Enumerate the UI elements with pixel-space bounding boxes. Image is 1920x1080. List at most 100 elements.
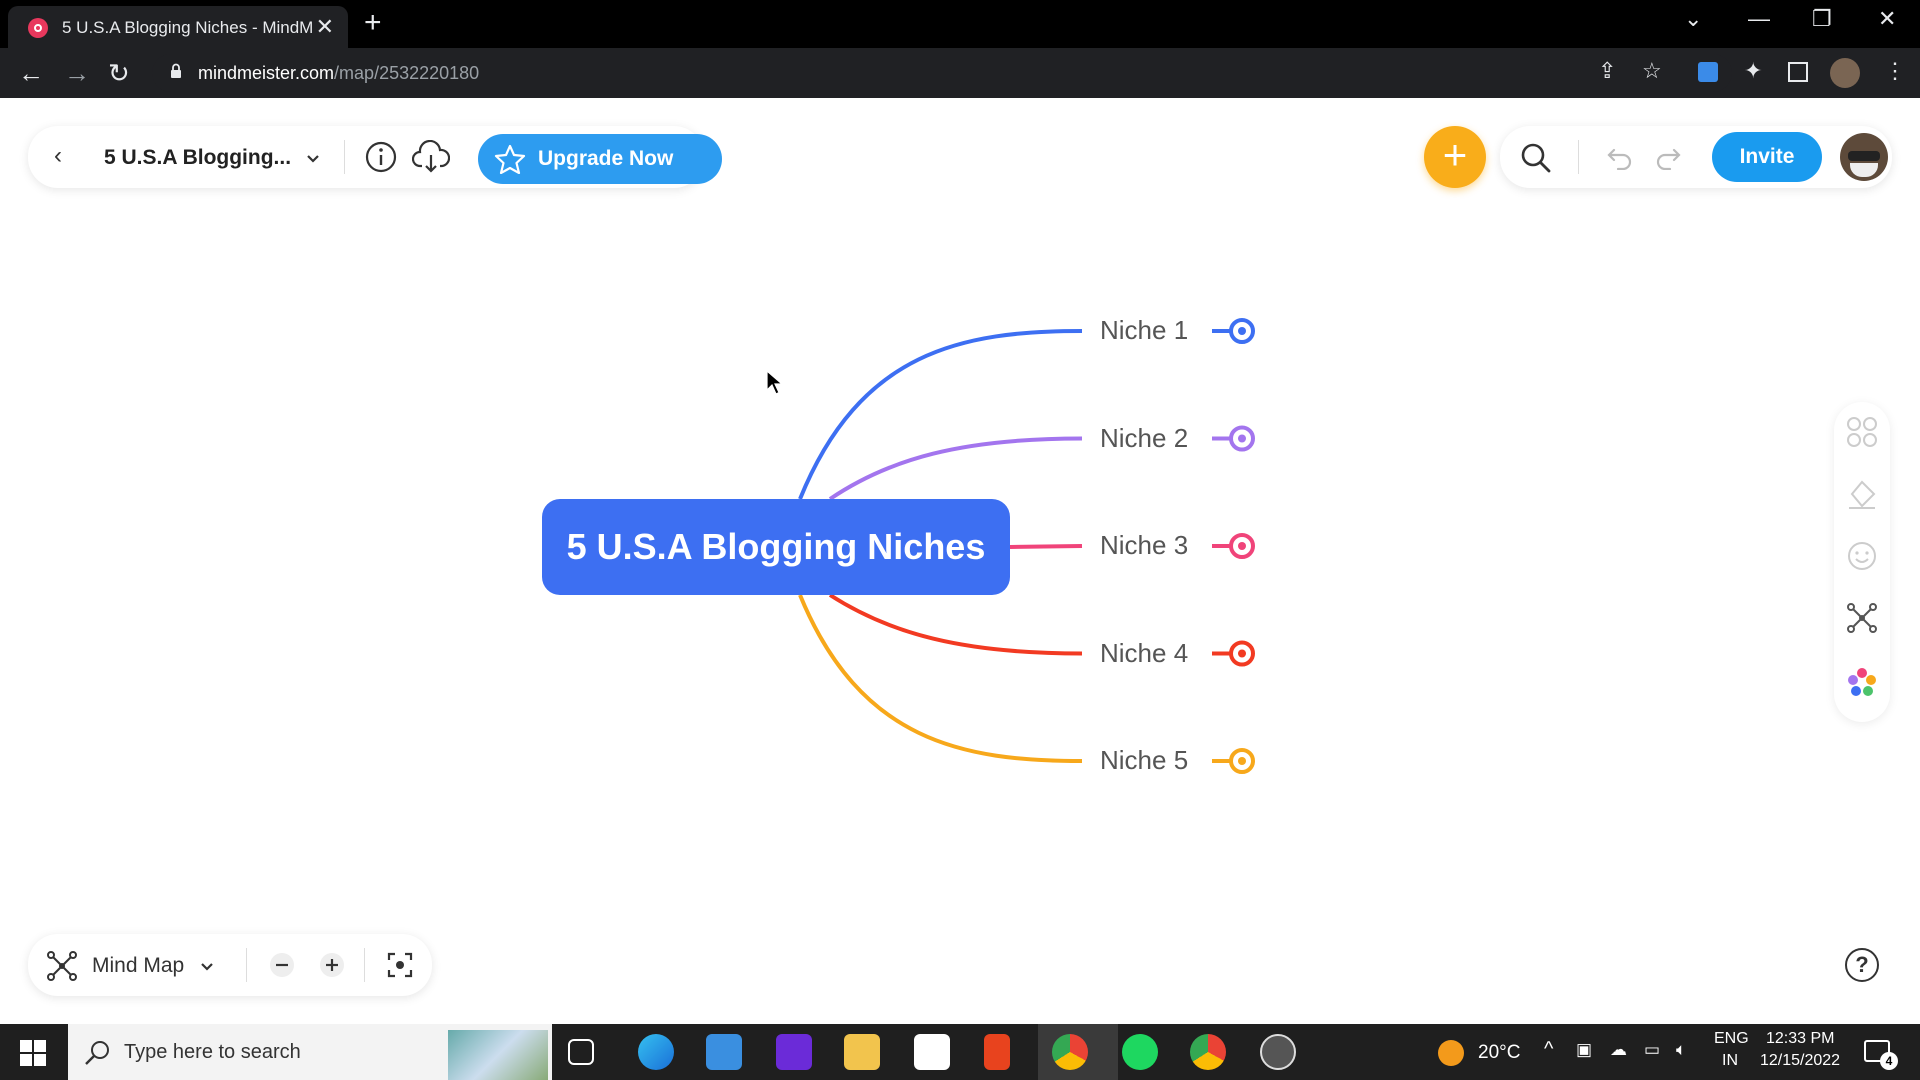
weather-temperature[interactable]: 20°C xyxy=(1478,1042,1520,1064)
branch-connector xyxy=(798,329,1083,500)
divider xyxy=(364,948,365,982)
mindmap-branch-node[interactable]: Niche 3 xyxy=(1100,530,1188,561)
weather-icon[interactable] xyxy=(1438,1040,1464,1066)
share-icon[interactable]: ⇪ xyxy=(1598,58,1616,84)
clock-time[interactable]: 12:33 PM xyxy=(1766,1030,1834,1048)
volume-icon[interactable]: 🔈︎ xyxy=(1676,1040,1686,1060)
extensions-puzzle-icon[interactable]: ✦ xyxy=(1744,58,1762,84)
screen-recorder-icon[interactable] xyxy=(1260,1034,1296,1070)
mindmeister-canvas[interactable]: ‹ 5 U.S.A Blogging... Upgrade Now + Invi… xyxy=(0,98,1920,1024)
edge-icon[interactable] xyxy=(638,1034,674,1070)
branch-handle-dot xyxy=(1238,757,1246,765)
search-placeholder: Type here to search xyxy=(124,1041,301,1063)
zoom-in-icon[interactable] xyxy=(318,951,346,979)
branch-handle-dot xyxy=(1238,649,1246,658)
spotify-icon[interactable] xyxy=(1122,1034,1158,1070)
browser-tab-strip: 5 U.S.A Blogging Niches - MindM ✕ + ⌄ — … xyxy=(0,0,1920,48)
new-tab-button[interactable]: + xyxy=(364,6,382,40)
chrome-icon[interactable] xyxy=(1052,1034,1088,1070)
invite-button[interactable]: Invite xyxy=(1712,132,1822,182)
bookmark-star-icon[interactable]: ☆ xyxy=(1642,58,1662,84)
color-palette-icon[interactable] xyxy=(1846,666,1878,698)
mindmap-root-node[interactable]: 5 U.S.A Blogging Niches xyxy=(542,499,1010,595)
map-title[interactable]: 5 U.S.A Blogging... xyxy=(104,146,291,170)
help-icon[interactable]: ? xyxy=(1845,948,1879,982)
chevron-down-icon[interactable] xyxy=(306,154,320,164)
cloud-download-icon[interactable] xyxy=(412,140,450,174)
restore-window-button[interactable]: ❐ xyxy=(1812,6,1832,32)
tray-chevron-up-icon[interactable]: ^ xyxy=(1544,1038,1553,1061)
divider xyxy=(344,140,345,174)
mindmap-structure-icon[interactable] xyxy=(1846,602,1878,634)
reload-icon[interactable]: ↻ xyxy=(108,58,130,89)
top-right-toolbar: Invite xyxy=(1500,126,1892,188)
star-icon xyxy=(494,144,526,174)
browser-toolbar: ← → ↻ mindmeister.com/map/2532220180 ⇪ ☆… xyxy=(0,48,1920,98)
tab-title: 5 U.S.A Blogging Niches - MindM xyxy=(62,18,312,37)
search-icon[interactable] xyxy=(1520,142,1552,174)
branch-handle-dot xyxy=(1238,327,1246,335)
mindmap-branch-node[interactable]: Niche 2 xyxy=(1100,423,1188,454)
side-panel-icon[interactable] xyxy=(1788,62,1808,82)
address-bar[interactable]: mindmeister.com/map/2532220180 xyxy=(152,54,1732,92)
search-highlight-image xyxy=(448,1030,548,1080)
office-icon[interactable] xyxy=(984,1034,1010,1070)
jetbrains-icon[interactable] xyxy=(776,1034,812,1070)
task-view-icon[interactable] xyxy=(568,1039,594,1065)
right-side-panel xyxy=(1834,402,1890,722)
forward-icon[interactable]: → xyxy=(64,58,90,89)
branch-connector xyxy=(828,436,1083,501)
divider xyxy=(246,948,247,982)
mindmap-branch-node[interactable]: Niche 5 xyxy=(1100,745,1188,776)
windows-start-icon[interactable] xyxy=(20,1040,46,1066)
tray-onedrive-icon[interactable]: ☁ xyxy=(1610,1040,1627,1060)
paint-bucket-icon[interactable] xyxy=(1846,478,1878,510)
tab-search-icon[interactable]: ⌄ xyxy=(1684,6,1702,32)
view-mode-chevron-icon[interactable] xyxy=(200,962,214,972)
clock-date[interactable]: 12/15/2022 xyxy=(1760,1052,1840,1070)
back-icon[interactable]: ← xyxy=(18,58,44,89)
branch-connector xyxy=(798,594,1083,763)
info-icon[interactable] xyxy=(364,140,398,174)
back-chevron-icon[interactable]: ‹ xyxy=(54,142,62,170)
minimize-window-button[interactable]: — xyxy=(1748,6,1770,32)
upgrade-now-label: Upgrade Now xyxy=(538,147,674,170)
file-explorer-icon[interactable] xyxy=(844,1034,880,1070)
windows-taskbar: Type here to search 20°C ^ ▣ ☁ ▭ 🔈︎ ENG … xyxy=(0,1024,1920,1080)
microsoft-store-icon[interactable] xyxy=(914,1034,950,1070)
profile-avatar[interactable] xyxy=(1830,58,1860,88)
browser-menu-icon[interactable]: ⋮ xyxy=(1884,58,1906,84)
mindmap-branch-node[interactable]: Niche 1 xyxy=(1100,315,1188,346)
upgrade-now-button[interactable]: Upgrade Now xyxy=(478,134,722,184)
taskbar-search-box[interactable]: Type here to search xyxy=(68,1024,552,1080)
fit-to-screen-icon[interactable] xyxy=(386,951,414,979)
browser-tab[interactable]: 5 U.S.A Blogging Niches - MindM ✕ xyxy=(8,6,348,48)
network-icon[interactable]: ▭ xyxy=(1644,1040,1660,1060)
close-tab-icon[interactable]: ✕ xyxy=(316,14,334,40)
close-window-button[interactable]: ✕ xyxy=(1878,6,1896,32)
view-mode-label[interactable]: Mind Map xyxy=(92,954,184,978)
map-title-toolbar: ‹ 5 U.S.A Blogging... Upgrade Now xyxy=(28,126,722,188)
branch-connector xyxy=(828,593,1083,656)
zoom-out-icon[interactable] xyxy=(268,951,296,979)
user-avatar[interactable] xyxy=(1840,133,1888,181)
add-topic-button[interactable]: + xyxy=(1424,126,1486,188)
view-controls-toolbar: Mind Map xyxy=(28,934,432,996)
emoji-icon[interactable] xyxy=(1846,540,1878,572)
mindmap-view-icon[interactable] xyxy=(46,950,78,982)
lock-icon[interactable] xyxy=(170,63,182,79)
branch-connector xyxy=(1009,544,1083,549)
region-code[interactable]: IN xyxy=(1722,1052,1738,1070)
undo-icon[interactable] xyxy=(1606,144,1634,170)
chrome-profile-icon[interactable] xyxy=(1190,1034,1226,1070)
mail-icon[interactable] xyxy=(706,1034,742,1070)
notification-count-badge: 4 xyxy=(1880,1052,1898,1070)
language-code[interactable]: ENG xyxy=(1714,1030,1749,1048)
layout-grid-icon[interactable] xyxy=(1846,416,1878,448)
search-icon xyxy=(85,1041,109,1065)
tray-meet-icon[interactable]: ▣ xyxy=(1576,1040,1592,1060)
mindmap-branch-node[interactable]: Niche 4 xyxy=(1100,638,1188,669)
mouse-cursor-icon xyxy=(766,370,784,395)
extension-translate-icon[interactable] xyxy=(1698,62,1718,82)
redo-icon[interactable] xyxy=(1654,144,1682,170)
